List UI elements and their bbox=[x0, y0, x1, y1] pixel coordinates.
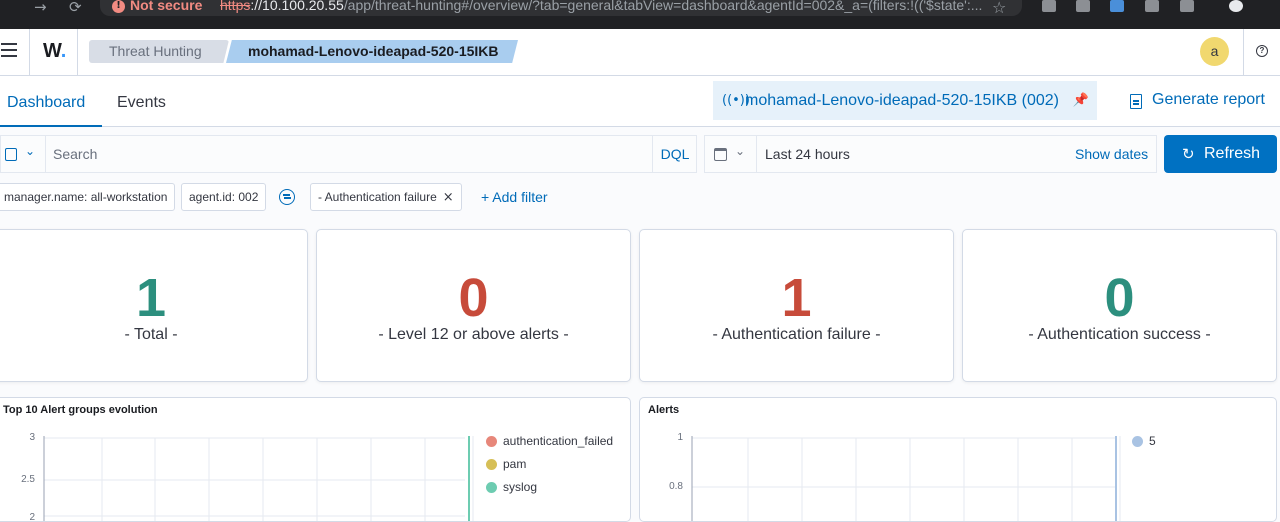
legend-item[interactable]: syslog bbox=[486, 480, 537, 494]
generate-report-label: Generate report bbox=[1152, 91, 1265, 108]
filter-pill[interactable]: agent.id: 002 bbox=[181, 183, 267, 211]
metric-card-level12: 0 - Level 12 or above alerts - bbox=[316, 229, 631, 382]
refresh-label: Refresh bbox=[1204, 145, 1261, 162]
legend-dot bbox=[1132, 436, 1143, 447]
query-bar: ⌄ DQL bbox=[0, 135, 697, 173]
legend-item[interactable]: authentication_failed bbox=[486, 434, 613, 448]
alerts-chart bbox=[691, 436, 1121, 521]
chevron-down-icon: ⌄ bbox=[735, 144, 746, 158]
filter-pill[interactable]: - Authentication failure × bbox=[310, 183, 462, 211]
filter-menu-icon[interactable] bbox=[279, 189, 295, 205]
print-extension-icon[interactable] bbox=[1145, 0, 1159, 12]
puzzle-extension-icon[interactable] bbox=[1180, 0, 1194, 12]
tab-dashboard[interactable]: Dashboard bbox=[0, 76, 102, 127]
user-avatar[interactable]: a bbox=[1200, 37, 1229, 66]
date-range-text[interactable]: Last 24 hours bbox=[765, 136, 850, 172]
metric-value[interactable]: 0 bbox=[963, 268, 1276, 328]
metric-label: - Level 12 or above alerts - bbox=[378, 326, 569, 343]
tab-events[interactable]: Events bbox=[117, 76, 166, 127]
calendar-icon bbox=[714, 148, 727, 161]
alert-groups-chart bbox=[43, 436, 474, 521]
forward-icon[interactable]: → bbox=[34, 0, 47, 16]
help-icon[interactable]: ? bbox=[1256, 45, 1268, 57]
y-tick: 2 bbox=[29, 512, 35, 522]
legend-dot bbox=[486, 459, 497, 470]
profile-icon[interactable] bbox=[1229, 0, 1243, 12]
metric-label: - Authentication failure - bbox=[712, 326, 881, 343]
breadcrumb-threat-hunting[interactable]: Threat Hunting bbox=[89, 40, 229, 63]
legend-item[interactable]: pam bbox=[486, 457, 526, 471]
alerts-panel: Alerts 1 0.8 5 bbox=[639, 397, 1277, 522]
signal-icon: ((•)) bbox=[722, 93, 750, 108]
browser-toolbar: → ⟳ ! Not secure https://10.100.20.55/ap… bbox=[0, 0, 1280, 29]
divider bbox=[1243, 29, 1244, 75]
refresh-icon: ↻ bbox=[1182, 145, 1195, 163]
add-filter-button[interactable]: + Add filter bbox=[481, 183, 548, 211]
url-text[interactable]: https://10.100.20.55/app/threat-hunting#… bbox=[220, 0, 990, 13]
pin-icon[interactable]: 📌 bbox=[1073, 81, 1089, 120]
app-header: W. Threat Hunting mohamad-Lenovo-ideapad… bbox=[0, 29, 1280, 76]
divider bbox=[77, 29, 78, 75]
close-icon[interactable]: × bbox=[443, 190, 454, 205]
agent-selector[interactable]: ((•)) mohamad-Lenovo-ideapad-520-15IKB (… bbox=[713, 81, 1097, 120]
y-tick: 3 bbox=[29, 432, 35, 443]
camera-extension-icon[interactable] bbox=[1042, 0, 1056, 12]
show-dates-button[interactable]: Show dates bbox=[1075, 136, 1148, 172]
legend-item[interactable]: 5 bbox=[1132, 434, 1156, 448]
query-language-button[interactable]: DQL bbox=[652, 136, 697, 172]
save-icon bbox=[5, 148, 17, 161]
bookmark-star-icon[interactable]: ☆ bbox=[992, 0, 1006, 17]
agent-label: mohamad-Lenovo-ideapad-520-15IKB (002) bbox=[745, 92, 1059, 109]
metric-value[interactable]: 1 bbox=[640, 268, 953, 328]
legend-dot bbox=[486, 482, 497, 493]
chevron-down-icon: ⌄ bbox=[25, 144, 36, 158]
metric-label: - Authentication success - bbox=[1028, 326, 1211, 343]
metric-value[interactable]: 0 bbox=[317, 268, 630, 328]
metric-value[interactable]: 1 bbox=[0, 268, 307, 328]
metric-card-total: 1 - Total - bbox=[0, 229, 308, 382]
breadcrumb-agent: mohamad-Lenovo-ideapad-520-15IKB bbox=[226, 40, 518, 63]
not-secure-label[interactable]: Not secure bbox=[130, 0, 202, 13]
filter-pill[interactable]: manager.name: all-workstation bbox=[0, 183, 176, 211]
divider bbox=[29, 29, 30, 75]
search-input[interactable] bbox=[47, 136, 651, 172]
warning-icon: ! bbox=[112, 0, 125, 13]
y-tick: 0.8 bbox=[669, 481, 683, 492]
saved-query-button[interactable]: ⌄ bbox=[1, 136, 46, 172]
translate-extension-icon[interactable] bbox=[1110, 0, 1124, 12]
reload-icon[interactable]: ⟳ bbox=[69, 0, 82, 16]
metric-card-auth-failure: 1 - Authentication failure - bbox=[639, 229, 954, 382]
alert-groups-panel: Top 10 Alert groups evolution 3 2.5 2 au… bbox=[0, 397, 631, 522]
metric-label: - Total - bbox=[124, 326, 178, 343]
mail-extension-icon[interactable] bbox=[1076, 0, 1090, 12]
metric-card-auth-success: 0 - Authentication success - bbox=[962, 229, 1277, 382]
app-logo[interactable]: W. bbox=[43, 40, 66, 63]
refresh-button[interactable]: ↻ Refresh bbox=[1164, 135, 1277, 173]
quick-date-button[interactable]: ⌄ bbox=[705, 136, 757, 172]
legend-dot bbox=[486, 436, 497, 447]
address-bar[interactable]: ! Not secure https://10.100.20.55/app/th… bbox=[100, 0, 1022, 16]
filter-pill-label: - Authentication failure bbox=[318, 190, 437, 204]
tabs-bar: Dashboard Events ((•)) mohamad-Lenovo-id… bbox=[0, 76, 1280, 127]
y-tick: 2.5 bbox=[21, 474, 35, 485]
generate-report-button[interactable]: Generate report bbox=[1128, 76, 1265, 127]
menu-icon[interactable] bbox=[1, 43, 17, 57]
document-icon bbox=[1130, 94, 1142, 109]
y-tick: 1 bbox=[677, 432, 683, 443]
date-picker: ⌄ Last 24 hours Show dates bbox=[704, 135, 1157, 173]
